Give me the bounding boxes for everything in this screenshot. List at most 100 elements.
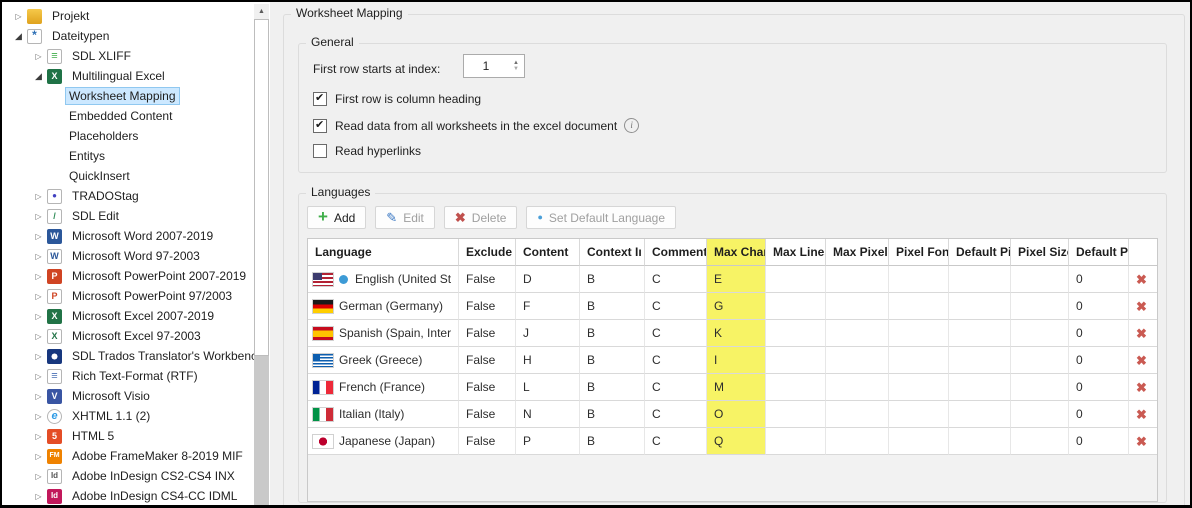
cell-max-char[interactable]: K: [707, 320, 766, 347]
cell-exclude[interactable]: False: [459, 428, 516, 455]
language-cell[interactable]: French (France): [308, 374, 459, 401]
collapsed-arrow-icon[interactable]: ▷: [30, 372, 47, 381]
delete-row-icon[interactable]: ✖: [1136, 407, 1147, 422]
cell-content[interactable]: D: [516, 266, 580, 293]
cell-max-pixel[interactable]: [826, 401, 889, 428]
collapsed-arrow-icon[interactable]: ▷: [10, 12, 27, 21]
column-header-pixel-font[interactable]: Pixel Font: [889, 239, 949, 266]
checked-checkbox[interactable]: [313, 118, 327, 133]
cell-exclude[interactable]: False: [459, 320, 516, 347]
scroll-up-icon[interactable]: ▲: [254, 4, 269, 19]
cell-max-pixel[interactable]: [826, 266, 889, 293]
delete-button[interactable]: ✖ Delete: [443, 206, 518, 229]
cell-max-char[interactable]: O: [707, 401, 766, 428]
cell-context[interactable]: B: [580, 401, 645, 428]
column-header-pixel-size[interactable]: Pixel Size: [1011, 239, 1069, 266]
cell-content[interactable]: J: [516, 320, 580, 347]
cell-pixel-font[interactable]: [889, 374, 949, 401]
cell-max-char[interactable]: Q: [707, 428, 766, 455]
tree-item-label[interactable]: Projekt: [48, 7, 93, 25]
column-header-actions[interactable]: [1129, 239, 1157, 266]
checked-checkbox[interactable]: [313, 91, 327, 106]
tree-item-label[interactable]: Microsoft Word 2007-2019: [68, 227, 217, 245]
cell-pixel-size[interactable]: [1011, 401, 1069, 428]
delete-row-icon[interactable]: ✖: [1136, 299, 1147, 314]
column-header-default-pi[interactable]: Default Pi: [949, 239, 1011, 266]
cell-max-lines[interactable]: [766, 320, 826, 347]
tree-item-label[interactable]: Adobe InDesign CS2-CS4 INX: [68, 467, 239, 485]
spinner-down-icon[interactable]: ▼: [513, 66, 519, 72]
cell-default-pixel-size[interactable]: 0: [1069, 293, 1129, 320]
tree-item-label[interactable]: Rich Text-Format (RTF): [68, 367, 202, 385]
tree-item-label[interactable]: XHTML 1.1 (2): [68, 407, 154, 425]
collapsed-arrow-icon[interactable]: ▷: [30, 52, 47, 61]
cell-default-pixel-font[interactable]: [949, 374, 1011, 401]
cell-pixel-font[interactable]: [889, 293, 949, 320]
sidebar-item-projekt[interactable]: ▷ Projekt: [2, 6, 253, 26]
cell-comment[interactable]: C: [645, 374, 707, 401]
cell-pixel-size[interactable]: [1011, 266, 1069, 293]
cell-default-pixel-font[interactable]: [949, 401, 1011, 428]
cell-pixel-size[interactable]: [1011, 374, 1069, 401]
sidebar-item-embedded-content[interactable]: Embedded Content: [2, 106, 253, 126]
sidebar-item-dateitypen[interactable]: ◢ * Dateitypen: [2, 26, 253, 46]
cell-comment[interactable]: C: [645, 293, 707, 320]
cell-content[interactable]: P: [516, 428, 580, 455]
table-row[interactable]: German (Germany) False F B C G 0 ✖: [308, 293, 1157, 320]
column-header-language[interactable]: Language: [308, 239, 459, 266]
sidebar-item-adobe-framemaker-8-2019-mif[interactable]: ▷ FM Adobe FrameMaker 8-2019 MIF: [2, 446, 253, 466]
tree-item-label[interactable]: Microsoft Visio: [68, 387, 154, 405]
sidebar-item-multilingual-excel[interactable]: ◢ X Multilingual Excel: [2, 66, 253, 86]
language-cell[interactable]: Spanish (Spain, Inter: [308, 320, 459, 347]
cell-default-pixel-size[interactable]: 0: [1069, 320, 1129, 347]
sidebar-item-microsoft-word-97-2003[interactable]: ▷ W Microsoft Word 97-2003: [2, 246, 253, 266]
cell-pixel-font[interactable]: [889, 266, 949, 293]
column-header-context-i-[interactable]: Context Iı: [580, 239, 645, 266]
cell-context[interactable]: B: [580, 428, 645, 455]
column-header-max-char[interactable]: Max Char: [707, 239, 766, 266]
delete-row-icon[interactable]: ✖: [1136, 272, 1147, 287]
cell-content[interactable]: H: [516, 347, 580, 374]
table-row[interactable]: English (United St False D B C E 0 ✖: [308, 266, 1157, 293]
cell-comment[interactable]: C: [645, 266, 707, 293]
cell-pixel-font[interactable]: [889, 320, 949, 347]
table-row[interactable]: Japanese (Japan) False P B C Q 0 ✖: [308, 428, 1157, 455]
sidebar-item-microsoft-powerpoint-97-2003[interactable]: ▷ P Microsoft PowerPoint 97/2003: [2, 286, 253, 306]
add-button[interactable]: + Add: [307, 206, 367, 229]
sidebar-item-microsoft-word-2007-2019[interactable]: ▷ W Microsoft Word 2007-2019: [2, 226, 253, 246]
sidebar-item-microsoft-powerpoint-2007-2019[interactable]: ▷ P Microsoft PowerPoint 2007-2019: [2, 266, 253, 286]
cell-default-pixel-font[interactable]: [949, 347, 1011, 374]
tree-item-label[interactable]: Microsoft PowerPoint 97/2003: [68, 287, 236, 305]
sidebar-item-placeholders[interactable]: Placeholders: [2, 126, 253, 146]
collapsed-arrow-icon[interactable]: ▷: [30, 332, 47, 341]
cell-default-pixel-size[interactable]: 0: [1069, 374, 1129, 401]
sidebar-item-quickinsert[interactable]: QuickInsert: [2, 166, 253, 186]
table-row[interactable]: Italian (Italy) False N B C O 0 ✖: [308, 401, 1157, 428]
sidebar-item-entitys[interactable]: Entitys: [2, 146, 253, 166]
cell-default-pixel-size[interactable]: 0: [1069, 347, 1129, 374]
collapsed-arrow-icon[interactable]: ▷: [30, 492, 47, 501]
sidebar-item-worksheet-mapping[interactable]: Worksheet Mapping: [2, 86, 253, 106]
tree-item-label[interactable]: Multilingual Excel: [68, 67, 169, 85]
tree-item-label[interactable]: Microsoft Excel 97-2003: [68, 327, 205, 345]
cell-max-pixel[interactable]: [826, 320, 889, 347]
set-default-language-button[interactable]: ● Set Default Language: [526, 206, 677, 229]
collapsed-arrow-icon[interactable]: ▷: [30, 412, 47, 421]
unchecked-checkbox[interactable]: [313, 144, 327, 158]
scrollbar-thumb[interactable]: [254, 19, 269, 356]
cell-max-char[interactable]: I: [707, 347, 766, 374]
cell-max-pixel[interactable]: [826, 428, 889, 455]
sidebar-item-rich-text-format-rtf-[interactable]: ▷ ≡ Rich Text-Format (RTF): [2, 366, 253, 386]
sidebar-item-sdl-trados-translator-s-workbench[interactable]: ▷ SDL Trados Translator's Workbench: [2, 346, 264, 366]
tree-item-label[interactable]: Microsoft Word 97-2003: [68, 247, 204, 265]
sidebar-item-html-5[interactable]: ▷ 5 HTML 5: [2, 426, 253, 446]
tree-item-label[interactable]: Embedded Content: [65, 107, 176, 125]
cell-default-pixel-size[interactable]: 0: [1069, 428, 1129, 455]
cell-exclude[interactable]: False: [459, 266, 516, 293]
column-header-exclude-ir[interactable]: Exclude Ir: [459, 239, 516, 266]
language-cell[interactable]: English (United St: [308, 266, 459, 293]
edit-button[interactable]: ✎ Edit: [375, 206, 435, 229]
table-row[interactable]: Greek (Greece) False H B C I 0 ✖: [308, 347, 1157, 374]
sidebar-item-adobe-indesign-cs4-cc-idml[interactable]: ▷ Id Adobe InDesign CS4-CC IDML: [2, 486, 253, 506]
scrollbar-track[interactable]: [254, 356, 269, 505]
